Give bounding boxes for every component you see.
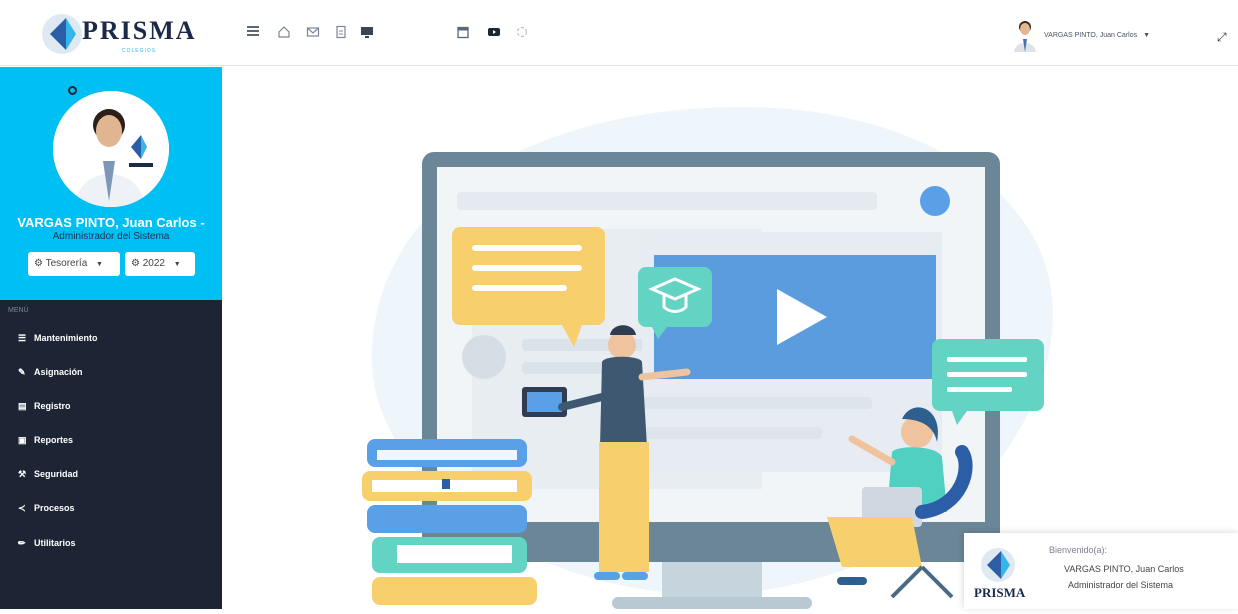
chevron-down-icon: ▼ xyxy=(96,261,103,268)
pencil-icon: ✏ xyxy=(18,538,26,548)
fullscreen-icon[interactable]: ⤢ xyxy=(1217,30,1227,45)
main-content xyxy=(222,67,1238,609)
user-avatar xyxy=(1014,21,1036,52)
id-card-icon: ▤ xyxy=(18,401,27,411)
sidebar-item-label: Asignación xyxy=(34,367,83,377)
calendar-icon[interactable] xyxy=(455,25,471,41)
prisma-logo[interactable]: PRISMA COLEGIOS xyxy=(40,10,195,60)
e-learning-illustration xyxy=(362,107,1053,609)
welcome-card: PRISMA Bienvenido(a): VARGAS PINTO, Juan… xyxy=(964,533,1238,609)
brand-sub: COLEGIOS xyxy=(122,48,157,54)
online-status-dot xyxy=(68,86,77,95)
sidebar-item-label: Reportes xyxy=(34,435,74,445)
welcome-user-name: VARGAS PINTO, Juan Carlos xyxy=(1064,564,1184,574)
chevron-down-icon: ▼ xyxy=(1143,31,1151,39)
refresh-icon[interactable] xyxy=(514,25,530,41)
sidebar-item-label: Seguridad xyxy=(34,469,79,479)
welcome-user-role: Administrador del Sistema xyxy=(1068,580,1174,590)
edit-icon: ✎ xyxy=(18,367,26,377)
sidebar-item-mantenimiento[interactable]: ☰ Mantenimiento xyxy=(0,325,222,351)
file-icon: ▣ xyxy=(18,435,27,445)
mail-icon[interactable] xyxy=(305,25,321,41)
document-icon[interactable] xyxy=(333,25,349,41)
monitor-icon[interactable] xyxy=(359,25,375,41)
top-bar: PRISMA COLEGIOS VARGAS PINTO, Juan Carlo… xyxy=(0,0,1238,66)
user-name: VARGAS PINTO, Juan Carlos xyxy=(1044,31,1138,39)
sidebar: VARGAS PINTO, Juan Carlos - Administrado… xyxy=(0,67,222,609)
sidebar-item-seguridad[interactable]: ⚒ Seguridad xyxy=(0,461,222,487)
profile-role: Administrador del Sistema xyxy=(52,231,170,242)
menu-header: MENÚ xyxy=(8,307,29,314)
profile-name[interactable]: VARGAS PINTO, Juan Carlos - xyxy=(0,215,222,230)
user-menu[interactable]: VARGAS PINTO, Juan Carlos ▼ xyxy=(1012,18,1150,52)
prisma-logo-icon xyxy=(42,14,82,54)
gear-icon: ⚙ xyxy=(34,258,43,269)
wrench-icon: ⚒ xyxy=(18,469,27,479)
chevron-down-icon: - xyxy=(200,215,205,230)
sidebar-item-reportes[interactable]: ▣ Reportes xyxy=(0,427,222,453)
brand-name: PRISMA xyxy=(82,16,197,45)
prisma-logo-icon xyxy=(981,548,1015,582)
sidebar-item-utilitarios[interactable]: ✏ Utilitarios xyxy=(0,530,222,556)
profile-panel: VARGAS PINTO, Juan Carlos - Administrado… xyxy=(0,67,222,300)
home-icon[interactable] xyxy=(276,25,292,41)
list-icon: ☰ xyxy=(18,333,27,343)
sidebar-item-label: Utilitarios xyxy=(34,538,76,548)
welcome-logo-text: PRISMA xyxy=(974,585,1026,600)
sidebar-item-asignacion[interactable]: ✎ Asignación xyxy=(0,359,222,385)
share-icon: ≺ xyxy=(18,503,26,513)
sidebar-item-procesos[interactable]: ≺ Procesos xyxy=(0,495,222,521)
gear-icon: ⚙ xyxy=(131,258,140,269)
area-select[interactable]: ⚙ Tesorería ▼ xyxy=(28,252,120,276)
sidebar-item-registro[interactable]: ▤ Registro xyxy=(0,393,222,419)
sidebar-item-label: Registro xyxy=(34,401,71,411)
profile-avatar[interactable] xyxy=(53,91,169,207)
video-icon[interactable] xyxy=(486,25,502,41)
menu-icon[interactable] xyxy=(245,25,261,41)
sidebar-item-label: Procesos xyxy=(34,503,75,513)
chevron-down-icon: ▼ xyxy=(173,261,181,268)
year-select[interactable]: ⚙ 2022 ▼ xyxy=(125,252,195,276)
sidebar-item-label: Mantenimiento xyxy=(34,333,98,343)
welcome-title: Bienvenido(a): xyxy=(1049,545,1108,555)
